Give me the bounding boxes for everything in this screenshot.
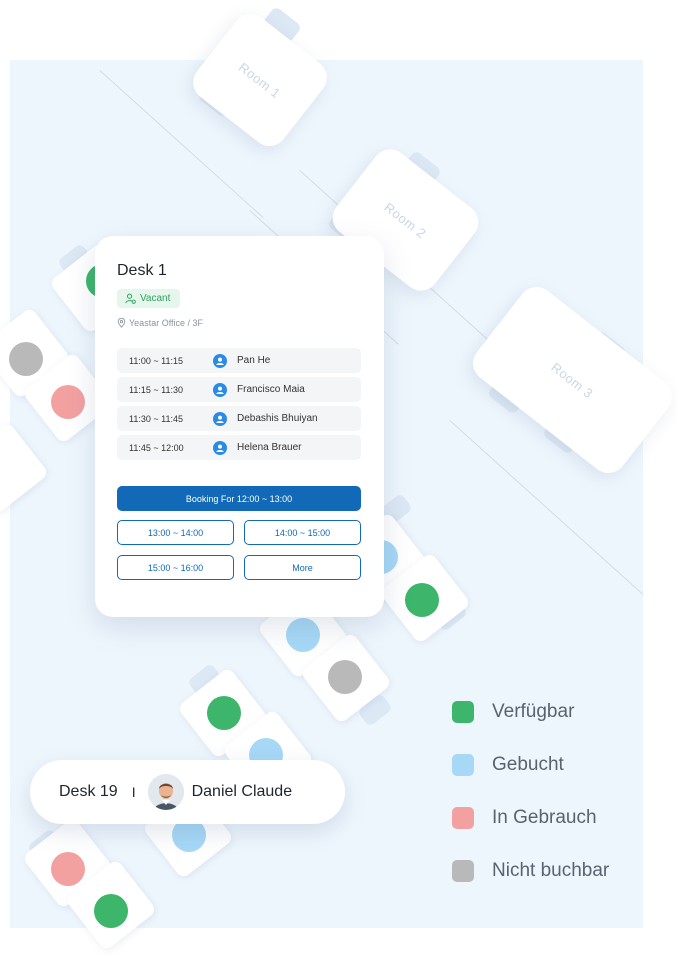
legend-label: Verfügbar <box>492 701 575 722</box>
more-button[interactable]: More <box>244 555 361 580</box>
book-primary-button[interactable]: Booking For 12:00 ~ 13:00 <box>117 486 361 511</box>
book-option-button[interactable]: 14:00 ~ 15:00 <box>244 520 361 545</box>
desk-occupant-tooltip[interactable]: Desk 19 I Daniel Claude <box>30 760 345 824</box>
desk-status-in-use[interactable] <box>51 852 85 886</box>
legend-label: Gebucht <box>492 754 564 775</box>
legend-item-available: Verfügbar <box>452 701 574 723</box>
desk[interactable] <box>0 421 50 515</box>
slot-time: 11:45 ~ 12:00 <box>129 442 184 453</box>
user-avatar-icon <box>213 353 227 368</box>
slot-time: 11:15 ~ 11:30 <box>129 384 183 395</box>
book-option-button[interactable]: 15:00 ~ 16:00 <box>117 555 234 580</box>
desk-detail-card: Desk 1 Vacant Yeastar Office / 3F 11:00 … <box>95 236 384 617</box>
desk-status-available[interactable] <box>405 583 439 617</box>
legend-swatch <box>452 754 474 776</box>
slot-person: Pan He <box>237 355 271 366</box>
user-avatar-icon <box>213 440 227 455</box>
user-avatar-icon <box>213 411 227 426</box>
status-badge-label: Vacant <box>140 293 171 304</box>
room-label: Room 3 <box>548 359 597 401</box>
location-pin-icon <box>117 318 126 328</box>
slot-time: 11:00 ~ 11:15 <box>129 355 183 366</box>
user-avatar-icon <box>213 382 227 397</box>
desk-status-unavailable[interactable] <box>328 660 362 694</box>
legend-item-booked: Gebucht <box>452 754 564 776</box>
avatar <box>147 774 184 810</box>
room-label: Room 2 <box>381 199 430 241</box>
legend-swatch <box>452 807 474 829</box>
legend-label: Nicht buchbar <box>492 860 610 881</box>
person-name: Daniel Claude <box>191 783 293 800</box>
slot-person: Francisco Maia <box>237 384 305 395</box>
booking-slot[interactable]: 11:00 ~ 11:15 Pan He <box>117 348 361 373</box>
room-label: Room 1 <box>236 59 284 101</box>
legend-swatch <box>452 860 474 882</box>
desk-status-unavailable[interactable] <box>9 342 43 376</box>
desk-label: Desk 19 <box>59 783 118 800</box>
desk-status-available[interactable] <box>207 696 241 730</box>
desk-status-booked[interactable] <box>286 618 320 652</box>
booking-slot[interactable]: 11:30 ~ 11:45 Debashis Bhuiyan <box>117 406 361 431</box>
desk-status-in-use[interactable] <box>51 385 85 419</box>
slot-person: Debashis Bhuiyan <box>237 413 318 424</box>
legend-item-unavailable: Nicht buchbar <box>452 860 609 882</box>
booking-slot[interactable]: 11:45 ~ 12:00 Helena Brauer <box>117 435 361 460</box>
legend-item-in-use: In Gebrauch <box>452 807 597 829</box>
booking-slot[interactable]: 11:15 ~ 11:30 Francisco Maia <box>117 377 361 402</box>
desk-status-available[interactable] <box>94 894 128 928</box>
person-icon <box>125 293 136 304</box>
status-badge: Vacant <box>117 289 181 308</box>
location: Yeastar Office / 3F <box>117 318 203 328</box>
location-text: Yeastar Office / 3F <box>129 318 204 328</box>
legend-swatch <box>452 701 474 723</box>
book-option-button[interactable]: 13:00 ~ 14:00 <box>117 520 234 545</box>
separator: I <box>131 784 136 800</box>
room-1[interactable]: Room 1 <box>185 6 335 154</box>
legend-label: In Gebrauch <box>492 807 597 828</box>
desk-title: Desk 1 <box>117 262 167 279</box>
slot-person: Helena Brauer <box>237 442 302 453</box>
slot-time: 11:30 ~ 11:45 <box>129 413 183 424</box>
